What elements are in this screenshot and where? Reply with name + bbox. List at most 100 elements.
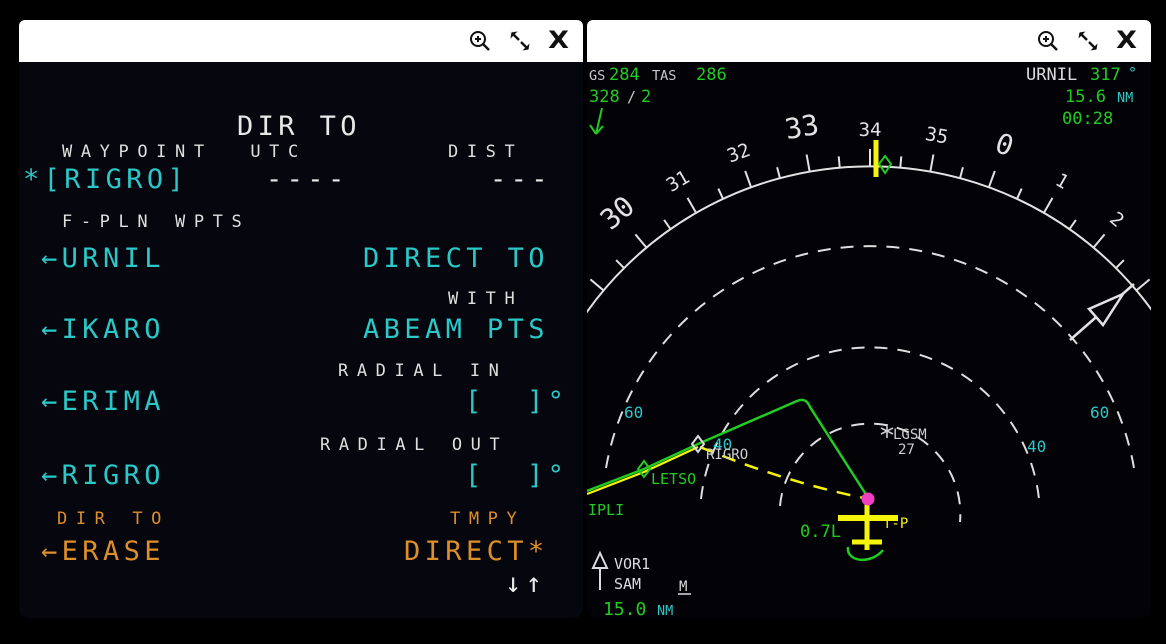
track-diamond-icon — [879, 156, 891, 173]
expand-icon[interactable] — [1076, 29, 1100, 53]
compass-tick-325 — [777, 167, 780, 178]
range-label-60-left: 60 — [624, 403, 643, 422]
active-wpt-ete: 00:28 — [1062, 109, 1113, 129]
distance-unit: NM — [1117, 90, 1133, 106]
cross-track-error: 0.7L — [800, 522, 841, 542]
compass-tick-300 — [635, 234, 646, 247]
expand-icon[interactable] — [508, 29, 532, 53]
lsk-erase[interactable]: ←ERASE — [41, 538, 165, 566]
waypoint-label-ipli: IPLI — [588, 501, 624, 519]
compass-tick-310 — [688, 198, 697, 213]
dist-value-dashes: --- — [490, 166, 552, 194]
turn-point-dot — [862, 493, 875, 506]
airport-star-icon — [881, 424, 893, 438]
option-abeam-pts[interactable]: ABEAM PTS — [363, 316, 549, 344]
button-direct-confirm[interactable]: DIRECT* — [404, 538, 549, 566]
compass-tick-20 — [1094, 234, 1105, 247]
wind-arrow-icon — [590, 108, 603, 134]
compass-tick-345 — [900, 156, 901, 167]
active-wpt-distance: 15.6 — [1065, 87, 1106, 107]
tas-value: 286 — [696, 65, 727, 85]
range-ring-20 — [780, 424, 960, 522]
gs-label: GS — [589, 68, 605, 84]
wind-speed: 2 — [641, 87, 651, 107]
lsk-waypoint-erima[interactable]: ←ERIMA — [41, 388, 165, 416]
close-icon[interactable]: X — [548, 30, 569, 51]
compass-tick-295 — [616, 260, 624, 268]
lsk-waypoint-ikaro[interactable]: ←IKARO — [41, 316, 165, 344]
compass-tick-350 — [930, 155, 933, 172]
compass-tick-335 — [839, 156, 840, 167]
compass-label-33: 33 — [782, 108, 821, 146]
radial-out-field[interactable]: [ ]° — [465, 462, 568, 490]
nd-map: 30 31 32 33 34 35 0 1 2 — [587, 62, 1151, 618]
nd-range-unit: NM — [657, 603, 673, 618]
compass-tick-5 — [1017, 189, 1022, 199]
compass-tick-315 — [718, 189, 723, 199]
label-waypoint-utc: WAYPOINT UTC — [62, 144, 307, 162]
label-dist: DIST — [448, 144, 523, 162]
tas-label: TAS — [652, 68, 676, 84]
page-title: DIR TO — [237, 113, 361, 141]
utc-value-dashes: ---- — [266, 166, 349, 194]
compass-label-31: 31 — [663, 166, 694, 196]
radial-in-field[interactable]: [ ]° — [465, 388, 568, 416]
mcdu-titlebar[interactable]: X — [19, 20, 583, 62]
turn-point-label: T-P — [883, 516, 908, 532]
wind-direction: 328 — [589, 87, 620, 107]
bearing-degree-sign: ° — [1128, 64, 1137, 82]
nd-screen: 30 31 32 33 34 35 0 1 2 — [587, 62, 1151, 618]
compass-tick-330 — [807, 155, 810, 172]
compass-label-2: 2 — [1105, 208, 1128, 232]
waypoint-label-letso: LETSO — [651, 470, 696, 488]
label-tmpy: TMPY — [450, 511, 525, 529]
wind-separator: / — [627, 88, 636, 106]
range-label-40-right: 40 — [1027, 437, 1046, 456]
compass-tick-290 — [590, 279, 603, 290]
mcdu-window: X DIR TOWAYPOINT UTCDIST*[RIGRO]-------F… — [19, 20, 583, 618]
gs-value: 284 — [609, 65, 640, 85]
compass-label-34: 34 — [859, 119, 882, 141]
airport-runway-label: 27 — [898, 442, 915, 458]
vor1-ident: SAM — [614, 575, 641, 593]
airport-label-lgsm: LGSM — [893, 427, 927, 443]
label-fpln-wpts: F-PLN WPTS — [62, 214, 250, 232]
label-dir-to: DIR TO — [57, 511, 170, 529]
range-ring-40 — [701, 347, 1039, 499]
compass-tick-0 — [989, 171, 995, 187]
scroll-arrows[interactable]: ↓↑ — [505, 570, 546, 598]
zoom-icon[interactable] — [468, 29, 492, 53]
active-wpt-bearing: 317 — [1090, 65, 1121, 85]
vor1-label: VOR1 — [614, 555, 650, 573]
mcdu-screen: DIR TOWAYPOINT UTCDIST*[RIGRO]-------F-P… — [19, 62, 583, 618]
lsk-waypoint-rigro[interactable]: ←RIGRO — [41, 462, 165, 490]
compass-tick-320 — [745, 171, 751, 187]
range-ring-60 — [606, 246, 1134, 468]
compass-tick-15 — [1070, 220, 1076, 229]
compass-label-0: 0 — [991, 126, 1018, 163]
compass-label-35: 35 — [924, 123, 950, 149]
close-icon[interactable]: X — [1116, 30, 1137, 51]
zoom-icon[interactable] — [1036, 29, 1060, 53]
label-radial-in: RADIAL IN — [338, 363, 508, 381]
compass-tick-25 — [1116, 260, 1124, 268]
compass-label-1: 1 — [1052, 169, 1073, 194]
vor1-symbol-icon — [593, 553, 607, 590]
waypoint-entry-field[interactable]: *[RIGRO] — [23, 166, 188, 194]
nd-titlebar[interactable]: X — [587, 20, 1151, 62]
label-with: WITH — [448, 291, 523, 309]
desktop: X DIR TOWAYPOINT UTCDIST*[RIGRO]-------F… — [0, 0, 1166, 644]
compass-tick-305 — [664, 220, 670, 229]
compass-rose: 30 31 32 33 34 35 0 1 2 — [587, 108, 1151, 315]
waypoint-label-rigro: RIGRO — [706, 447, 748, 463]
lsk-waypoint-urnil[interactable]: ←URNIL — [41, 245, 165, 273]
nd-window: X 30 31 32 33 34 35 0 1 2 — [587, 20, 1151, 618]
range-label-60-right: 60 — [1090, 403, 1109, 422]
label-radial-out: RADIAL OUT — [320, 437, 508, 455]
compass-label-30: 30 — [594, 189, 641, 236]
compass-label-32: 32 — [724, 139, 753, 168]
compass-tick-10 — [1044, 198, 1053, 213]
option-direct-to[interactable]: DIRECT TO — [363, 245, 549, 273]
compass-tick-355 — [960, 167, 963, 178]
compass-tick-30 — [1137, 279, 1150, 290]
